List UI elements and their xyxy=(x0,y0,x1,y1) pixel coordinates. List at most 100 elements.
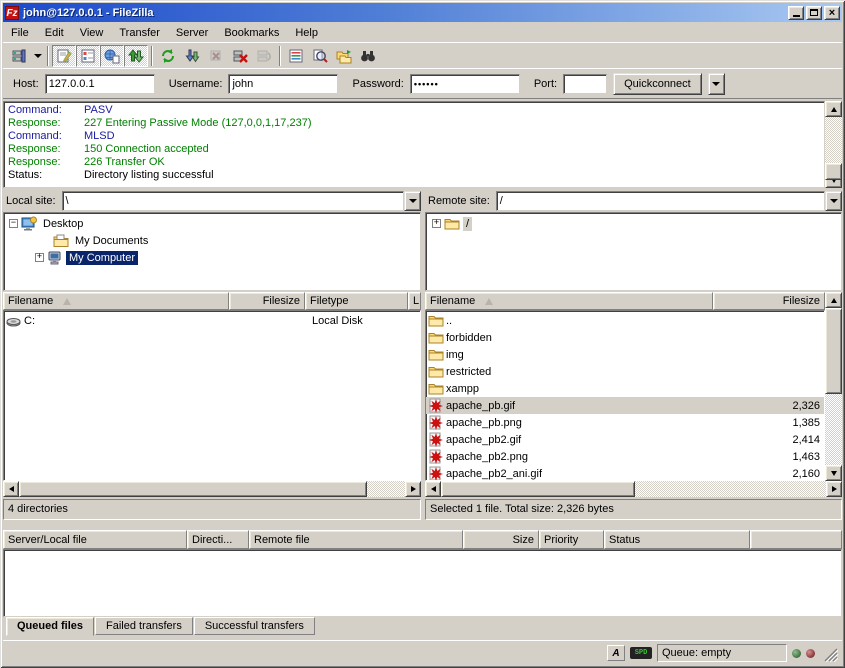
directory-listing-filter-button[interactable] xyxy=(284,45,308,67)
file-row[interactable]: forbidden xyxy=(426,329,824,346)
menu-bookmarks[interactable]: Bookmarks xyxy=(216,25,287,41)
scroll-right-button[interactable] xyxy=(405,481,421,497)
menu-server[interactable]: Server xyxy=(168,25,216,41)
file-row[interactable]: restricted xyxy=(426,363,824,380)
host-input[interactable] xyxy=(45,74,155,94)
directory-comparison-button[interactable] xyxy=(308,45,332,67)
site-manager-dropdown[interactable] xyxy=(31,45,44,67)
local-site-dropdown[interactable] xyxy=(404,191,421,211)
toggle-remote-tree-button[interactable] xyxy=(100,45,124,67)
tab-failed-transfers[interactable]: Failed transfers xyxy=(95,617,193,635)
scrollbar-thumb[interactable] xyxy=(441,481,635,497)
scroll-down-button[interactable] xyxy=(825,465,842,481)
toggle-message-log-button[interactable] xyxy=(52,45,76,67)
scroll-left-button[interactable] xyxy=(425,481,441,497)
scrollbar-thumb[interactable] xyxy=(825,308,842,394)
remote-site-dropdown[interactable] xyxy=(825,191,842,211)
column-header-server-local-file[interactable]: Server/Local file xyxy=(3,530,187,549)
scrollbar-track[interactable] xyxy=(825,308,842,465)
scrollbar-thumb[interactable] xyxy=(19,481,367,497)
find-files-button[interactable] xyxy=(356,45,380,67)
scroll-up-button[interactable] xyxy=(825,101,842,117)
toggle-transfer-queue-button[interactable] xyxy=(124,45,148,67)
column-header-filesize[interactable]: Filesize xyxy=(229,292,305,310)
remote-vertical-scrollbar[interactable] xyxy=(825,292,842,481)
scrollbar-track[interactable] xyxy=(441,481,826,497)
menu-edit[interactable]: Edit xyxy=(37,25,72,41)
port-input[interactable] xyxy=(563,74,607,94)
username-input[interactable] xyxy=(228,74,338,94)
file-row-selected[interactable]: apache_pb.gif 2,326 xyxy=(426,397,824,414)
toggle-local-tree-button[interactable] xyxy=(76,45,100,67)
file-row[interactable]: img xyxy=(426,346,824,363)
local-site-value[interactable]: \ xyxy=(62,191,404,211)
file-row[interactable]: .. xyxy=(426,312,824,329)
refresh-button[interactable] xyxy=(156,45,180,67)
scroll-up-button[interactable] xyxy=(825,292,842,308)
collapse-icon[interactable]: − xyxy=(9,219,18,228)
column-header-direction[interactable]: Directi... xyxy=(187,530,249,549)
speed-limit-icon[interactable]: SPD xyxy=(630,647,652,659)
tree-item-label[interactable]: Desktop xyxy=(40,217,86,231)
reconnect-button[interactable] xyxy=(252,45,276,67)
column-header-filesize[interactable]: Filesize xyxy=(713,292,825,310)
process-queue-button[interactable] xyxy=(180,45,204,67)
tree-item-my-computer[interactable]: + My Computer xyxy=(4,249,420,266)
disconnect-button[interactable] xyxy=(228,45,252,67)
tab-successful-transfers[interactable]: Successful transfers xyxy=(194,617,315,635)
scrollbar-track[interactable] xyxy=(825,117,842,172)
tree-item-label[interactable]: / xyxy=(463,217,472,231)
menu-transfer[interactable]: Transfer xyxy=(111,25,168,41)
tree-item-label[interactable]: My Computer xyxy=(66,251,138,265)
file-row[interactable]: apache_pb2.png 1,463 xyxy=(426,448,824,465)
column-header-status[interactable]: Status xyxy=(604,530,750,549)
tree-item-my-documents[interactable]: My Documents xyxy=(4,232,420,249)
tree-item-label[interactable]: My Documents xyxy=(72,234,151,248)
column-header-filename[interactable]: Filename xyxy=(425,292,713,310)
scroll-right-button[interactable] xyxy=(826,481,842,497)
tree-item-root[interactable]: + / xyxy=(426,215,841,232)
password-input[interactable] xyxy=(410,74,520,94)
file-row[interactable]: apache_pb.png 1,385 xyxy=(426,414,824,431)
column-header-filename[interactable]: Filename xyxy=(3,292,229,310)
column-header-last-modified[interactable]: L xyxy=(408,292,421,310)
resize-grip[interactable] xyxy=(824,648,838,662)
menu-file[interactable]: File xyxy=(3,25,37,41)
file-row[interactable]: apache_pb2.gif 2,414 xyxy=(426,431,824,448)
scroll-left-button[interactable] xyxy=(3,481,19,497)
tab-queued-files[interactable]: Queued files xyxy=(6,617,94,636)
site-manager-button[interactable] xyxy=(7,45,31,67)
remote-site-combo[interactable]: / xyxy=(496,191,842,211)
username-label: Username: xyxy=(169,78,223,90)
scrollbar-track[interactable] xyxy=(19,481,405,497)
close-button[interactable]: × xyxy=(824,6,840,20)
local-list-body: C: Local Disk xyxy=(3,310,421,481)
column-header-remote-file[interactable]: Remote file xyxy=(249,530,463,549)
folder-icon xyxy=(428,381,444,397)
data-type-icon[interactable]: A xyxy=(607,645,625,661)
maximize-button[interactable] xyxy=(806,6,822,20)
menu-view[interactable]: View xyxy=(72,25,112,41)
file-row-c-drive[interactable]: C: Local Disk xyxy=(4,312,420,329)
synchronized-browsing-button[interactable] xyxy=(332,45,356,67)
expand-icon[interactable]: + xyxy=(432,219,441,228)
remote-horizontal-scrollbar[interactable] xyxy=(425,481,842,497)
tree-item-desktop[interactable]: − Desktop xyxy=(4,215,420,232)
minimize-button[interactable] xyxy=(788,6,804,20)
menu-help[interactable]: Help xyxy=(287,25,326,41)
scrollbar-thumb[interactable] xyxy=(825,163,842,180)
quickconnect-dropdown[interactable] xyxy=(708,73,725,95)
local-site-combo[interactable]: \ xyxy=(62,191,421,211)
cancel-operation-button[interactable] xyxy=(204,45,228,67)
remote-site-value[interactable]: / xyxy=(496,191,825,211)
local-horizontal-scrollbar[interactable] xyxy=(3,481,421,497)
column-header-size[interactable]: Size xyxy=(463,530,539,549)
column-header-filetype[interactable]: Filetype xyxy=(305,292,408,310)
quickconnect-button[interactable]: Quickconnect xyxy=(613,73,702,95)
log-vertical-scrollbar[interactable] xyxy=(825,101,842,188)
column-header-priority[interactable]: Priority xyxy=(539,530,604,549)
file-row[interactable]: xampp xyxy=(426,380,824,397)
file-row[interactable]: apache_pb2_ani.gif 2,160 xyxy=(426,465,824,481)
expand-icon[interactable]: + xyxy=(35,253,44,262)
image-file-icon xyxy=(428,449,444,465)
